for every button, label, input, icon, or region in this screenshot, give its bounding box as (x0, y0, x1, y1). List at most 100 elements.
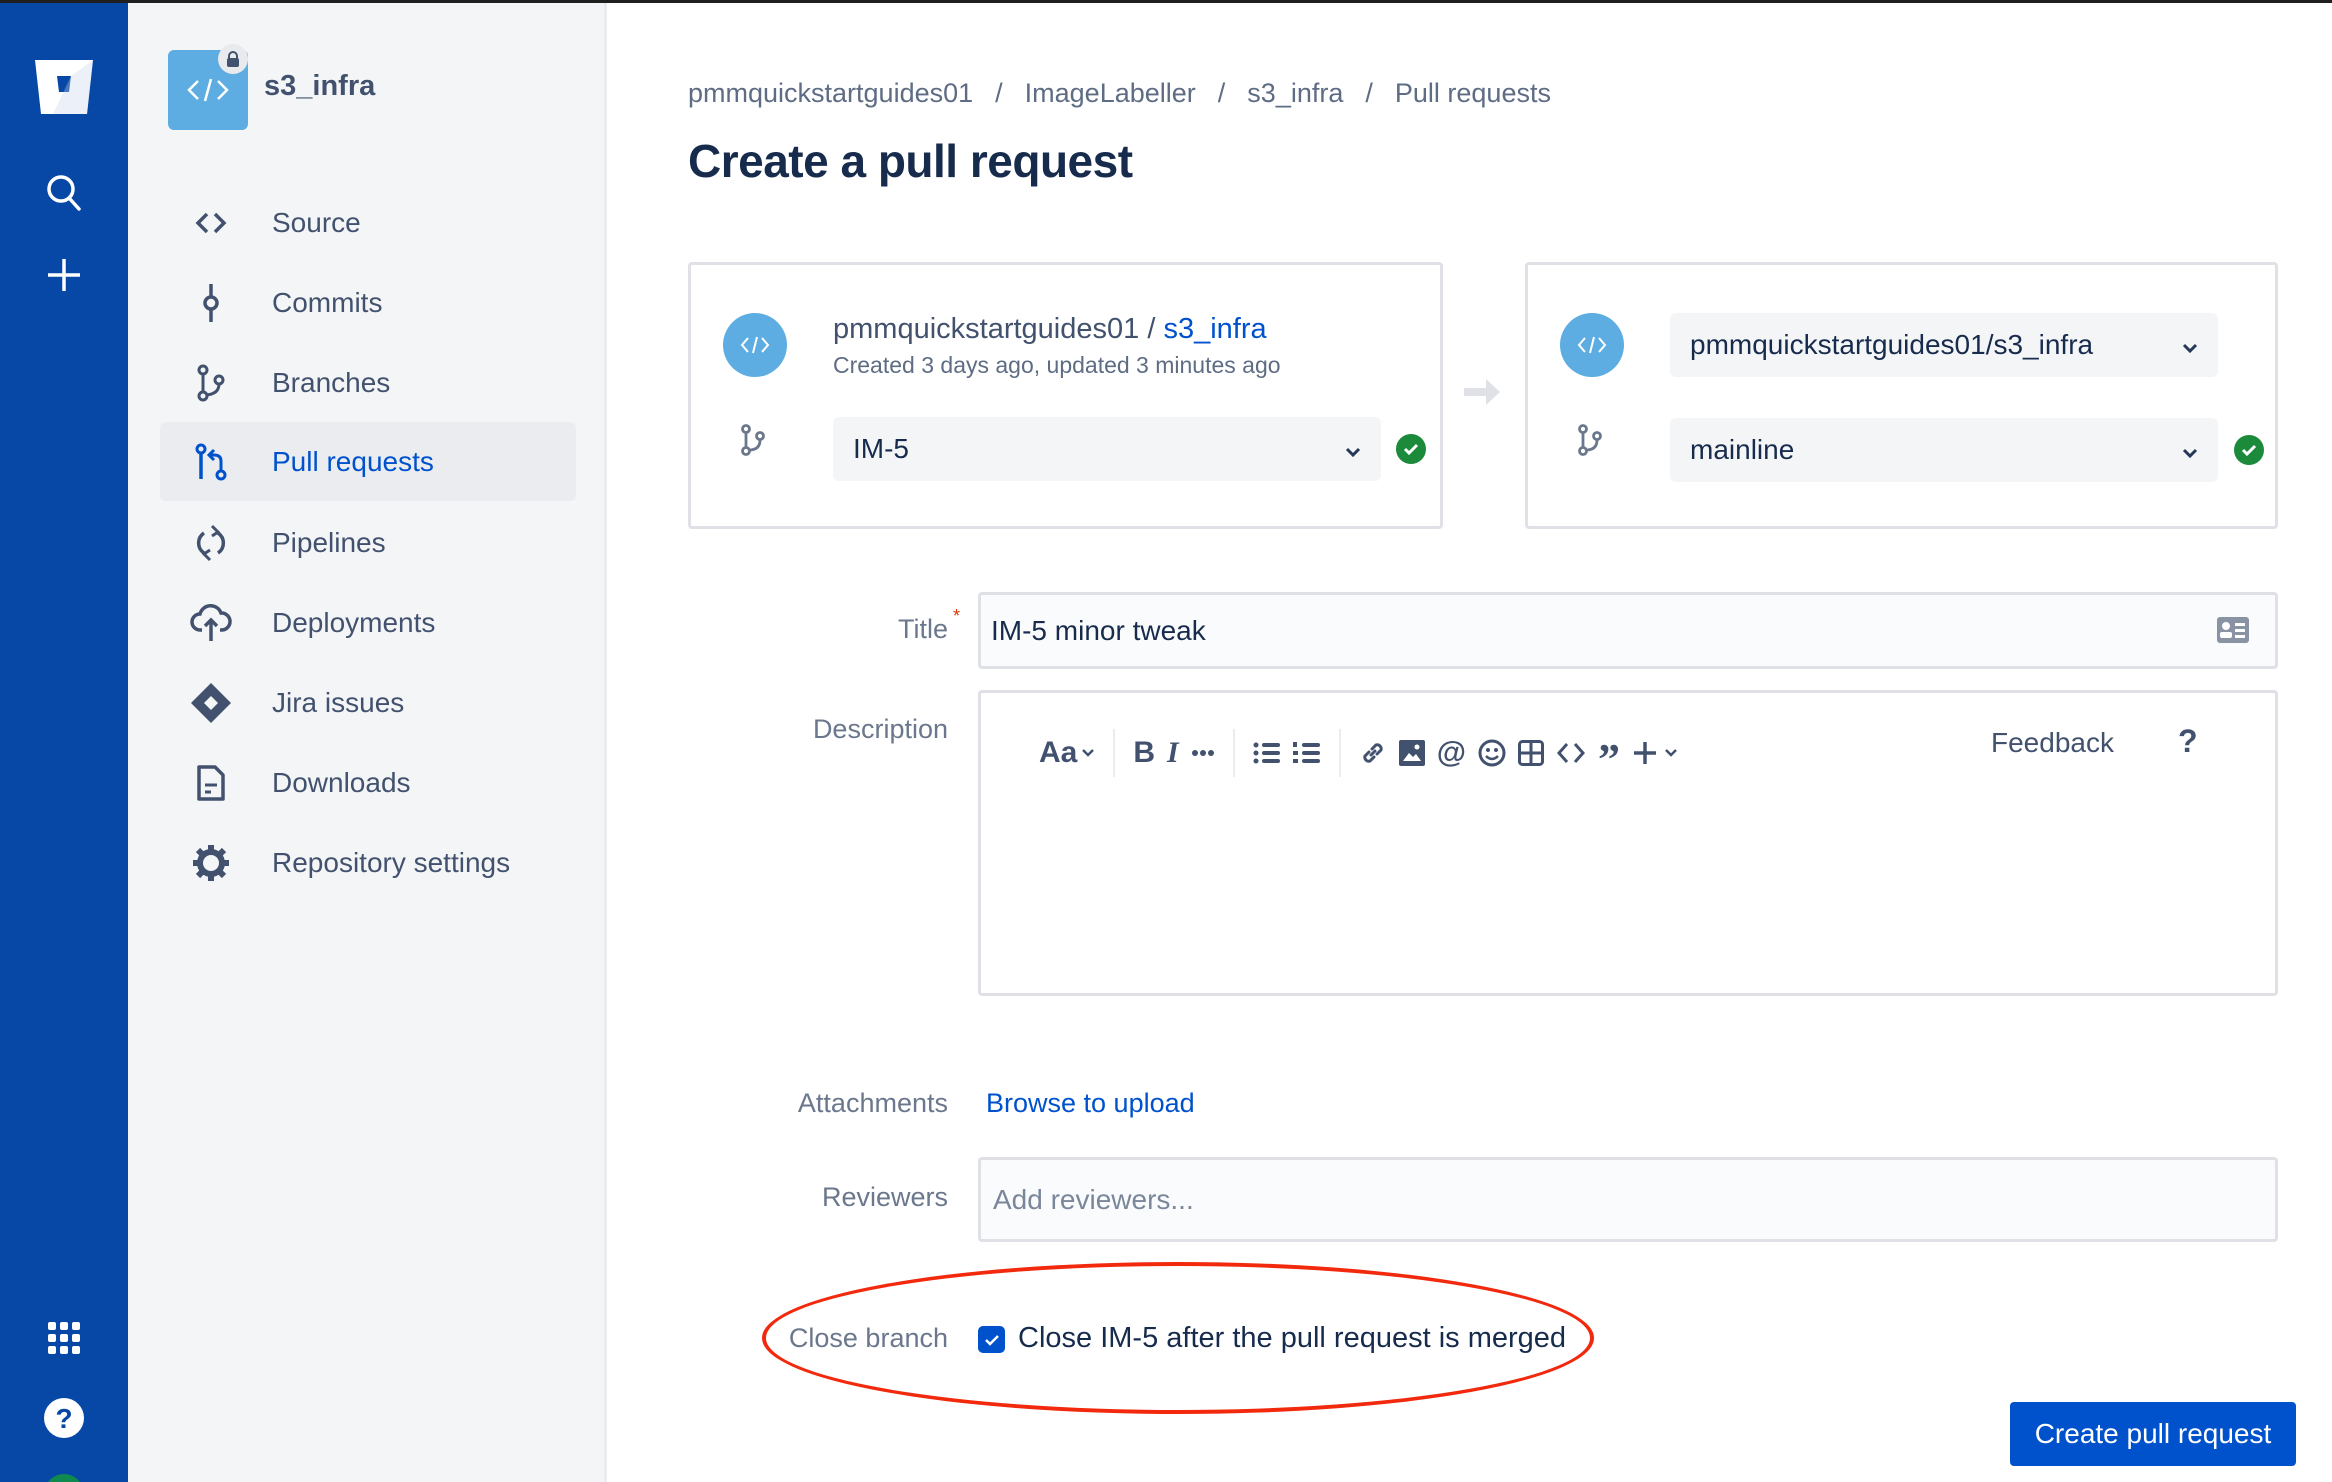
destination-repo-value: pmmquickstartguides01/s3_infra (1690, 329, 2094, 360)
title-label: Title * (800, 606, 960, 645)
description-label: Description (812, 714, 948, 744)
link-icon[interactable] (1359, 729, 1387, 777)
chevron-down-icon (1082, 749, 1095, 757)
svg-text:?: ? (55, 1403, 72, 1434)
toolbar-divider (1338, 729, 1341, 777)
breadcrumb-separator: / (1365, 78, 1373, 108)
source-repo-title: pmmquickstartguides01 / s3_infra (833, 313, 1267, 346)
insert-more-icon[interactable] (1632, 729, 1678, 777)
title-label-text: Title (897, 614, 948, 644)
source-owner: pmmquickstartguides01 (833, 313, 1140, 345)
destination-repo-select[interactable]: pmmquickstartguides01/s3_infra (1670, 313, 2218, 377)
global-nav: ? (0, 0, 128, 1482)
help-icon[interactable]: ? (0, 1396, 128, 1440)
sidebar-item-pipelines[interactable]: Pipelines (160, 503, 576, 582)
source-separator: / (1139, 313, 1164, 345)
create-plus-icon[interactable] (0, 250, 128, 300)
editor-toolbar: Aa B I @ ” (1033, 723, 1684, 783)
bitbucket-logo-icon[interactable] (0, 52, 128, 122)
numbered-list-icon[interactable] (1292, 729, 1321, 777)
image-icon[interactable] (1398, 729, 1425, 777)
branch-icon (733, 420, 773, 460)
sidebar-item-jira-issues[interactable]: Jira issues (160, 663, 576, 742)
breadcrumb: pmmquickstartguides01 / ImageLabeller / … (688, 78, 1551, 109)
sidebar-item-commits[interactable]: Commits (160, 263, 576, 342)
breadcrumb-workspace[interactable]: pmmquickstartguides01 (688, 78, 973, 109)
reviewers-placeholder: Add reviewers... (993, 1183, 1194, 1215)
sidebar-item-label: Pull requests (272, 445, 434, 477)
success-check-icon (1396, 434, 1426, 464)
source-repo-link[interactable]: s3_infra (1163, 313, 1266, 345)
mention-icon[interactable]: @ (1437, 729, 1466, 777)
sidebar-item-label: Jira issues (272, 686, 405, 718)
reviewers-input[interactable]: Add reviewers... (978, 1157, 2278, 1242)
source-card: pmmquickstartguides01 / s3_infra Created… (688, 262, 1443, 529)
toolbar-divider (1232, 729, 1235, 777)
close-branch-checkbox[interactable] (978, 1326, 1005, 1353)
arrow-right-icon (1464, 377, 1502, 412)
sidebar-item-label: Pipelines (272, 526, 386, 558)
jira-icon (166, 682, 256, 724)
sidebar-item-downloads[interactable]: Downloads (160, 743, 576, 822)
destination-branch-select[interactable]: mainline (1670, 418, 2218, 482)
code-block-icon[interactable] (1556, 729, 1586, 777)
sidebar-item-label: Source (272, 206, 361, 238)
success-check-icon (2234, 435, 2264, 465)
destination-card: pmmquickstartguides01/s3_infra mainline (1525, 262, 2278, 529)
required-marker: * (952, 606, 960, 626)
deployments-icon (166, 603, 256, 642)
chevron-down-icon (1345, 433, 1361, 465)
chevron-down-icon (2182, 329, 2198, 361)
destination-branch-value: mainline (1690, 434, 1795, 465)
more-formatting-icon[interactable] (1191, 729, 1215, 777)
source-code-icon (166, 210, 256, 236)
sidebar-item-branches[interactable]: Branches (160, 343, 576, 422)
search-icon[interactable] (0, 168, 128, 218)
bullet-list-icon[interactable] (1253, 729, 1281, 777)
source-branch-select[interactable]: IM-5 (833, 417, 1381, 481)
table-icon[interactable] (1517, 729, 1544, 777)
page-title: Create a pull request (688, 135, 1133, 187)
lock-icon (218, 44, 248, 74)
editor-help-button[interactable]: ? (2178, 723, 2198, 760)
title-input-value: IM-5 minor tweak (991, 614, 1206, 646)
breadcrumb-project[interactable]: ImageLabeller (1025, 78, 1196, 109)
breadcrumb-repo[interactable]: s3_infra (1247, 78, 1343, 109)
title-input[interactable]: IM-5 minor tweak (978, 592, 2278, 669)
source-branch-value: IM-5 (853, 433, 909, 464)
create-pull-request-button[interactable]: Create pull request (2010, 1402, 2296, 1466)
sidebar-item-label: Branches (272, 366, 391, 398)
bold-icon[interactable]: B (1133, 729, 1155, 777)
sidebar-item-source[interactable]: Source (160, 183, 576, 262)
contact-card-icon[interactable] (2217, 617, 2249, 650)
emoji-icon[interactable] (1478, 729, 1506, 777)
app-switcher-icon[interactable] (0, 1318, 128, 1358)
sidebar-item-label: Repository settings (272, 846, 511, 878)
profile-avatar[interactable] (44, 1474, 84, 1482)
sidebar-item-deployments[interactable]: Deployments (160, 583, 576, 662)
feedback-button[interactable]: Feedback (1991, 727, 2114, 759)
repo-name[interactable]: s3_infra (264, 70, 375, 103)
breadcrumb-separator: / (1217, 78, 1226, 108)
sidebar-item-pull-requests[interactable]: Pull requests (160, 422, 576, 501)
close-branch-label: Close branch (788, 1323, 948, 1353)
close-branch-checkbox-label[interactable]: Close IM-5 after the pull request is mer… (1018, 1322, 1566, 1355)
downloads-icon (166, 764, 256, 802)
quote-icon[interactable]: ” (1598, 729, 1620, 782)
text-style-button[interactable]: Aa (1039, 729, 1095, 777)
text-style-label: Aa (1039, 736, 1078, 769)
settings-gear-icon (166, 844, 256, 882)
pull-request-icon (166, 443, 256, 481)
sidebar-item-label: Downloads (272, 766, 411, 798)
branch-icon (166, 364, 256, 402)
chevron-down-icon (1665, 749, 1677, 757)
browse-to-upload-link[interactable]: Browse to upload (986, 1088, 1195, 1119)
italic-icon[interactable]: I (1167, 729, 1179, 777)
description-editor[interactable]: Aa B I @ ” Feedback ? (978, 690, 2278, 996)
toolbar-divider (1113, 729, 1116, 777)
reviewers-label: Reviewers (821, 1182, 948, 1212)
project-sidebar: s3_infra Source Commits Branches Pull re… (128, 0, 607, 1482)
sidebar-item-repository-settings[interactable]: Repository settings (160, 823, 576, 902)
source-repo-icon (723, 313, 787, 377)
breadcrumb-pull-requests[interactable]: Pull requests (1395, 78, 1551, 109)
